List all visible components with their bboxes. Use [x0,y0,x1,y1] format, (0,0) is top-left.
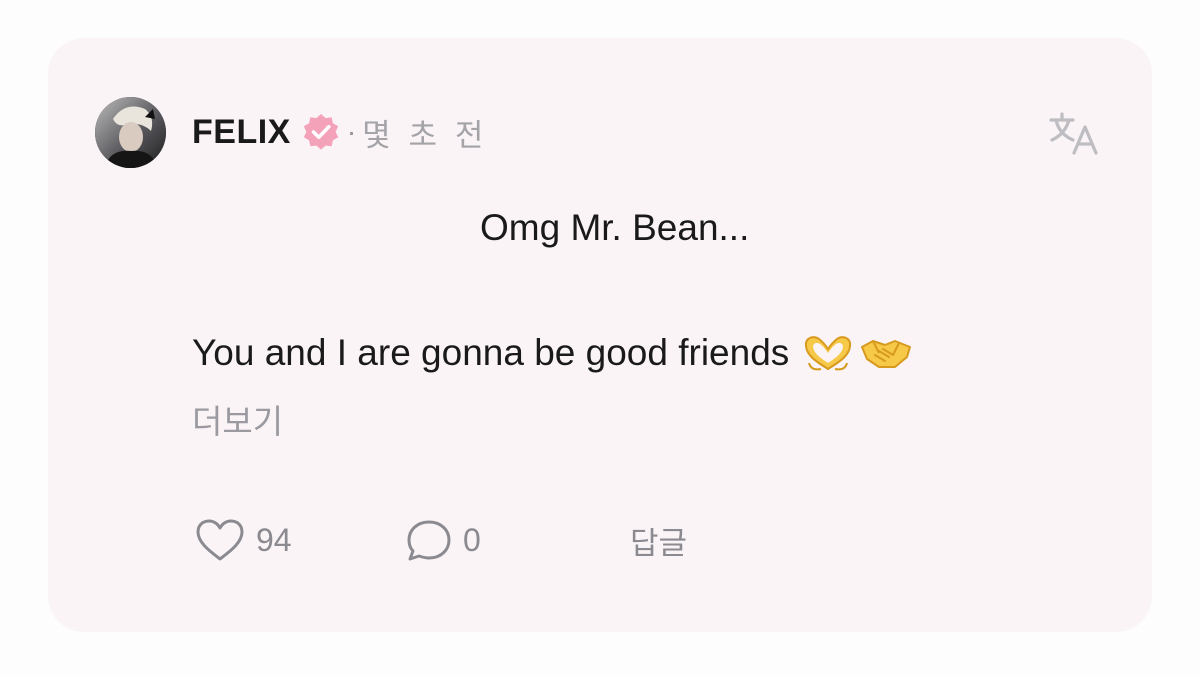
author-name[interactable]: FELIX [192,113,291,152]
handshake-emoji-icon [859,333,913,373]
comment-button[interactable]: 0 [405,517,481,563]
page: FELIX · 몇 초 전 Omg Mr. Bean... You and I … [0,0,1200,676]
heart-icon [194,517,246,563]
read-more-link[interactable]: 더보기 [192,400,283,444]
post-time: 몇 초 전 [362,117,488,154]
author-row: FELIX · 몇 초 전 [192,110,487,154]
comment-bubble-icon [405,517,453,563]
translate-icon[interactable] [1047,106,1103,162]
comment-count: 0 [463,521,481,558]
post-body-line-1: Omg Mr. Bean... [480,207,750,248]
verified-badge-icon [301,112,341,152]
heart-hands-emoji-icon [801,333,855,373]
post-body-line-2-row: You and I are gonna be good friends [192,331,913,375]
like-button[interactable]: 94 [194,517,292,563]
like-count: 94 [256,521,292,558]
post-body-line-2: You and I are gonna be good friends [192,332,790,373]
separator-dot: · [346,116,357,147]
reply-button[interactable]: 답글 [630,517,687,563]
avatar[interactable] [95,97,166,168]
